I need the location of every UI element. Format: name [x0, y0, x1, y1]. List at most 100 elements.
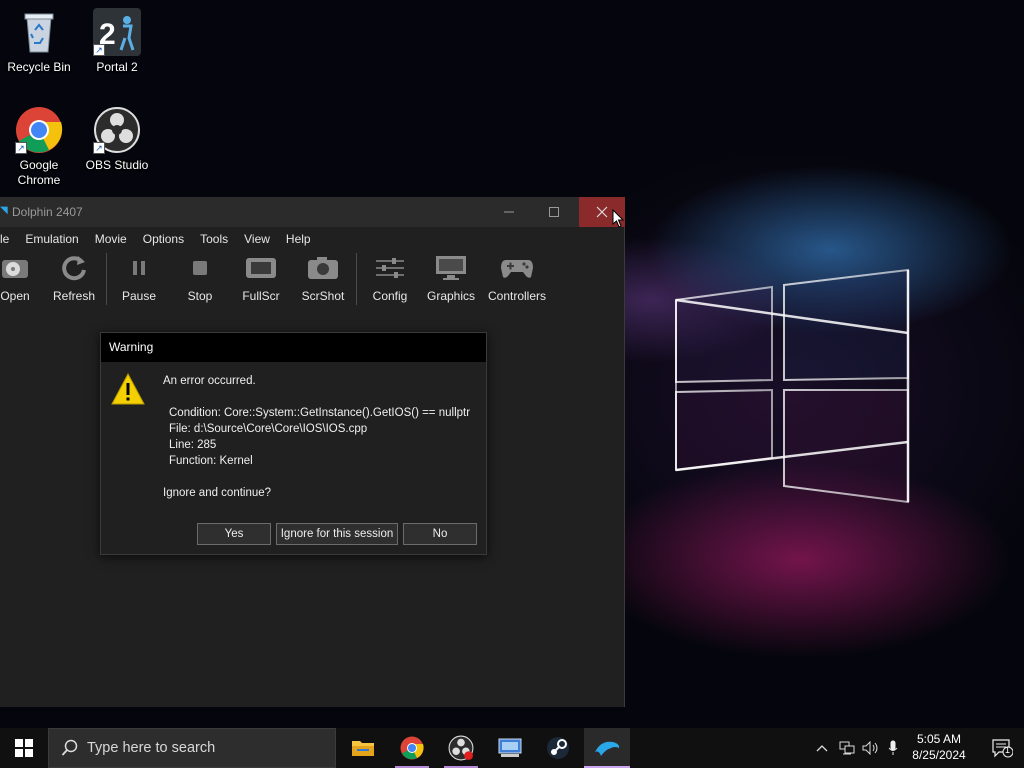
- taskbar: Type here to search 5:05 AM 8/25/2024 1: [0, 728, 1024, 768]
- window-title: Dolphin 2407: [12, 205, 83, 219]
- tray-chevron-button[interactable]: [812, 728, 832, 768]
- toolbar-separator: [356, 253, 357, 305]
- dialog-line: Line: 285: [169, 439, 217, 451]
- shortcut-arrow-icon: ↗: [15, 142, 27, 154]
- no-button[interactable]: No: [403, 523, 477, 545]
- microphone-icon: [888, 740, 898, 755]
- toolbar-label: Graphics: [426, 289, 476, 303]
- toolbar-label: FullScr: [242, 289, 280, 303]
- search-placeholder: Type here to search: [87, 740, 216, 756]
- toolbar-controllers-button[interactable]: Controllers: [485, 251, 549, 303]
- obs-icon: ↗: [93, 106, 141, 154]
- maximize-icon: [549, 207, 559, 217]
- taskbar-steam[interactable]: [535, 728, 581, 768]
- menu-view[interactable]: View: [244, 232, 270, 246]
- warning-icon: [111, 372, 145, 408]
- volume-icon: [862, 741, 878, 755]
- toolbar-pause-button[interactable]: Pause: [107, 251, 171, 303]
- tray-network-button[interactable]: [836, 728, 858, 768]
- monitor-icon: [419, 251, 483, 285]
- taskbar-file-explorer[interactable]: [340, 728, 386, 768]
- toolbar-open-button[interactable]: Open: [0, 251, 47, 303]
- fullscreen-icon: [229, 251, 293, 285]
- taskbar-search-box[interactable]: Type here to search: [48, 728, 336, 768]
- dialog-condition: Condition: Core::System::GetInstance().G…: [169, 407, 471, 419]
- search-icon: [61, 739, 78, 756]
- dolphin-app-icon: ◥: [0, 205, 8, 216]
- pause-icon: [107, 251, 171, 285]
- open-disc-icon: [0, 251, 47, 285]
- toolbar-stop-button[interactable]: Stop: [168, 251, 232, 303]
- action-center-button[interactable]: 1: [980, 728, 1024, 768]
- toolbar-label: Config: [372, 289, 408, 303]
- recycle-bin-icon: [15, 8, 63, 56]
- shortcut-arrow-icon: ↗: [93, 142, 105, 154]
- window-titlebar[interactable]: ◥ Dolphin 2407: [0, 197, 625, 227]
- chrome-icon: [400, 736, 424, 760]
- desktop-icon-obs-studio[interactable]: ↗ OBS Studio: [78, 106, 156, 173]
- desktop-icon-portal2[interactable]: 2 ↗ Portal 2: [78, 8, 156, 75]
- warning-dialog: Warning An error occurred. Condition: Co…: [100, 332, 487, 555]
- yes-button[interactable]: Yes: [197, 523, 271, 545]
- clock-date: 8/25/2024: [912, 748, 966, 762]
- start-button[interactable]: [0, 728, 48, 768]
- toolbar-label: Stop: [187, 289, 213, 303]
- taskbar-control-panel[interactable]: [487, 728, 533, 768]
- desktop-icon-google-chrome[interactable]: ↗ Google Chrome: [0, 106, 78, 188]
- dialog-heading: An error occurred.: [163, 375, 256, 387]
- sliders-icon: [358, 251, 422, 285]
- taskbar-dolphin[interactable]: [584, 728, 630, 768]
- network-icon: [839, 741, 855, 755]
- minimize-icon: [504, 211, 514, 213]
- menu-help[interactable]: Help: [286, 232, 311, 246]
- minimize-button[interactable]: [486, 197, 532, 227]
- camera-icon: [291, 251, 355, 285]
- menu-bar: le Emulation Movie Options Tools View He…: [0, 229, 624, 249]
- toolbar-label: ScrShot: [301, 289, 345, 303]
- desktop-icon-label: OBS Studio: [85, 158, 149, 172]
- toolbar-label: Refresh: [52, 289, 96, 303]
- desktop-icon-label: Google Chrome: [17, 158, 61, 187]
- maximize-button[interactable]: [531, 197, 577, 227]
- menu-movie[interactable]: Movie: [95, 232, 127, 246]
- desktop-icon-recycle-bin[interactable]: Recycle Bin: [0, 8, 78, 75]
- dolphin-icon: [595, 741, 620, 756]
- menu-emulation[interactable]: Emulation: [25, 232, 78, 246]
- obs-icon: [448, 735, 474, 761]
- mouse-cursor-icon: [612, 209, 624, 228]
- dialog-file: File: d:\Source\Core\Core\IOS\IOS.cpp: [169, 423, 368, 435]
- toolbar-label: Open: [0, 289, 30, 303]
- control-panel-icon: [498, 738, 522, 757]
- menu-file[interactable]: le: [0, 232, 9, 246]
- toolbar-fullscreen-button[interactable]: FullScr: [229, 251, 293, 303]
- taskbar-obs[interactable]: [438, 728, 484, 768]
- menu-tools[interactable]: Tools: [200, 232, 228, 246]
- menu-options[interactable]: Options: [143, 232, 184, 246]
- dialog-function: Function: Kernel: [169, 455, 253, 467]
- toolbar-label: Pause: [121, 289, 157, 303]
- taskbar-clock[interactable]: 5:05 AM 8/25/2024: [900, 731, 978, 763]
- close-icon: [596, 206, 608, 218]
- desktop-icon-label: Portal 2: [96, 60, 138, 74]
- taskbar-chrome[interactable]: [389, 728, 435, 768]
- toolbar-label: Controllers: [487, 289, 547, 303]
- toolbar-refresh-button[interactable]: Refresh: [42, 251, 106, 303]
- chevron-up-icon: [816, 745, 828, 752]
- toolbar-config-button[interactable]: Config: [358, 251, 422, 303]
- dialog-question: Ignore and continue?: [163, 487, 272, 499]
- toolbar: Open Refresh Pause Stop FullScr ScrShot …: [0, 249, 624, 307]
- refresh-icon: [42, 251, 106, 285]
- tray-volume-button[interactable]: [860, 728, 882, 768]
- clock-time: 5:05 AM: [916, 732, 962, 746]
- file-explorer-icon: [352, 741, 374, 756]
- portal2-icon: 2 ↗: [93, 8, 141, 56]
- ignore-for-session-button[interactable]: Ignore for this session: [276, 523, 398, 545]
- stop-icon: [168, 251, 232, 285]
- notification-count: 1: [1005, 745, 1011, 755]
- toolbar-graphics-button[interactable]: Graphics: [419, 251, 483, 303]
- steam-icon: [547, 737, 569, 759]
- gamepad-icon: [485, 251, 549, 285]
- shortcut-arrow-icon: ↗: [93, 44, 105, 56]
- windows-start-icon: [15, 739, 33, 757]
- toolbar-screenshot-button[interactable]: ScrShot: [291, 251, 355, 303]
